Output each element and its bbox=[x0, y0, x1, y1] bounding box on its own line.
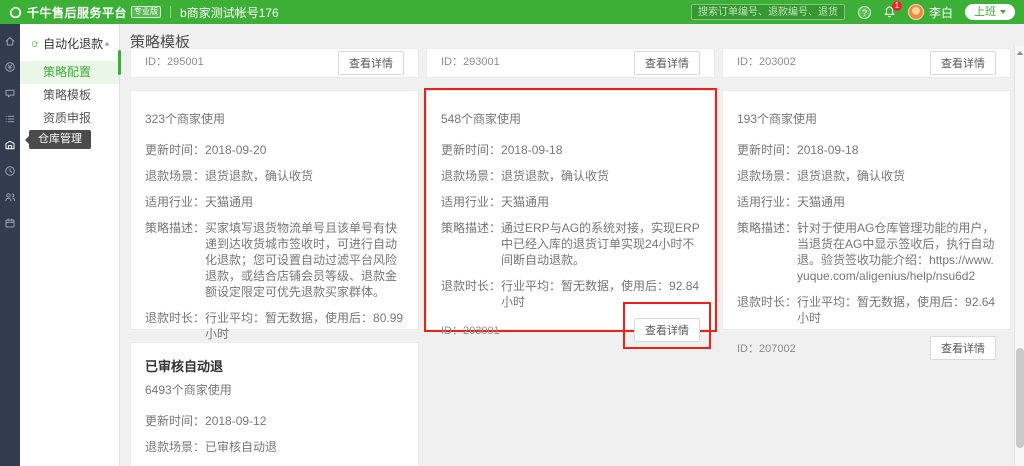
card-industry-row: 适用行业： 天猫通用 bbox=[441, 195, 550, 209]
policy-card-partial: ID：293001 查看详情 bbox=[426, 48, 715, 78]
sidebar-icon-task-list[interactable] bbox=[0, 106, 20, 132]
chevron-up-icon[interactable]: ▲ bbox=[103, 40, 111, 47]
card-usage: 193个商家使用 bbox=[737, 112, 818, 126]
policy-card: 退货退款-验货签收自动退. 193个商家使用 更新时间： 2018-09-18 … bbox=[722, 90, 1011, 360]
avatar[interactable] bbox=[907, 4, 924, 20]
card-desc-row: 策略描述： 通过ERP与AG的系统对接，实现ERP中已经入库的退货订单实现24小… bbox=[441, 221, 700, 267]
sidebar-icon-team[interactable] bbox=[0, 184, 20, 210]
search-input[interactable] bbox=[690, 4, 845, 20]
account-name: b商家测试帐号176 bbox=[180, 5, 279, 20]
menu-item-policy-config[interactable]: 策略配置 bbox=[20, 61, 119, 84]
view-detail-button[interactable]: 查看详情 bbox=[930, 51, 996, 75]
card-id: ID：293001 bbox=[441, 56, 500, 68]
chevron-down-icon bbox=[1000, 10, 1006, 14]
header-divider bbox=[170, 6, 172, 18]
help-icon[interactable]: ? bbox=[857, 5, 871, 19]
work-status-button[interactable]: 上班 bbox=[965, 4, 1015, 20]
card-id: ID：295001 bbox=[145, 56, 204, 68]
auto-refund-icon bbox=[31, 40, 38, 47]
policy-card-partial: ID：203002 查看详情 bbox=[722, 48, 1011, 78]
menu-item-qualification[interactable]: 资质申报 bbox=[20, 107, 119, 130]
card-usage: 6493个商家使用 bbox=[145, 383, 232, 397]
card-usage: 548个商家使用 bbox=[441, 112, 522, 126]
card-scene-row: 退款场景： 退货退款，确认收货 bbox=[737, 169, 906, 183]
sidebar-icon-home[interactable] bbox=[0, 28, 20, 54]
notification-badge: 1 bbox=[891, 1, 902, 11]
card-updated-row: 更新时间： 2018-09-12 bbox=[145, 414, 267, 428]
scrollbar-up-arrow-icon[interactable] bbox=[1016, 51, 1023, 55]
sidebar-scrollbar-thumb[interactable] bbox=[118, 50, 121, 75]
card-duration-row: 退款时长： 行业平均：暂无数据，使用后：92.64小时 bbox=[737, 295, 996, 325]
card-title: 已审核自动退 bbox=[145, 359, 224, 374]
policy-card-bottom: 已审核自动退 6493个商家使用 更新时间： 2018-09-12 退款场景： … bbox=[130, 342, 419, 466]
icon-sidebar bbox=[0, 24, 20, 466]
sidebar-icon-chat[interactable] bbox=[0, 80, 20, 106]
view-detail-button[interactable]: 查看详情 bbox=[634, 51, 700, 75]
card-scene-row: 退款场景： 退货退款，确认收货 bbox=[441, 169, 610, 183]
sidebar-icon-warehouse[interactable] bbox=[0, 132, 20, 158]
card-scene-row: 退款场景： 已审核自动退 bbox=[145, 440, 278, 454]
card-id: ID：207002 bbox=[737, 343, 796, 355]
app-title: 千牛售后服务平台 bbox=[27, 5, 128, 20]
card-duration-row: 退款时长： 行业平均：暂无数据，使用后：80.99小时 bbox=[145, 311, 404, 341]
policy-card: 退货退款-退货物流签收优先退. 323个商家使用 更新时间： 2018-09-2… bbox=[130, 90, 419, 376]
card-id: ID：203001 bbox=[441, 325, 500, 337]
card-industry-row: 适用行业： 天猫通用 bbox=[145, 195, 254, 209]
qianniu-logo-icon bbox=[9, 6, 22, 18]
view-detail-button[interactable]: 查看详情 bbox=[930, 336, 996, 360]
card-desc-row: 策略描述： 买家填写退货物流单号且该单号有快递到达收货城市签收时，可进行自动化退… bbox=[145, 221, 398, 299]
menu-group-auto-refund[interactable]: 自动化退款 ▲ bbox=[20, 24, 119, 61]
sidebar-icon-clock[interactable] bbox=[0, 158, 20, 184]
menu-item-policy-template[interactable]: 策略模板 bbox=[20, 84, 119, 107]
work-status-label: 上班 bbox=[974, 5, 996, 18]
menu-group-label: 自动化退款 bbox=[43, 37, 104, 51]
edition-badge: 专业版 bbox=[131, 6, 162, 18]
policy-card-highlighted: 退货退款-ERP对接入仓自动退 548个商家使用 更新时间： 2018-09-1… bbox=[426, 90, 715, 349]
sidebar-icon-calendar[interactable] bbox=[0, 210, 20, 236]
card-usage: 323个商家使用 bbox=[145, 112, 226, 126]
main-content: 策略模板 ID：295001 查看详情 ID：293001 查看详情 ID：20… bbox=[120, 24, 1024, 466]
policy-card-partial: ID：295001 查看详情 bbox=[130, 48, 419, 78]
card-updated-row: 更新时间： 2018-09-18 bbox=[441, 143, 563, 157]
vertical-scrollbar[interactable] bbox=[1014, 46, 1024, 466]
view-detail-button[interactable]: 查看详情 bbox=[634, 318, 700, 342]
app-header: 千牛售后服务平台 专业版 b商家测试帐号176 ? 1 李白 上班 bbox=[0, 0, 1024, 24]
card-scene-row: 退款场景： 退货退款，确认收货 bbox=[145, 169, 314, 183]
card-id: ID：203002 bbox=[737, 56, 796, 68]
card-industry-row: 适用行业： 天猫通用 bbox=[737, 195, 846, 209]
menu-sidebar: 自动化退款 ▲ 策略配置 策略模板 资质申报 bbox=[20, 24, 121, 466]
notification-bell-icon[interactable]: 1 bbox=[883, 1, 902, 19]
user-name: 李白 bbox=[928, 5, 953, 20]
scrollbar-thumb[interactable] bbox=[1016, 348, 1024, 448]
card-grid: ID：295001 查看详情 ID：293001 查看详情 ID：203002 … bbox=[130, 48, 1011, 466]
annotation-red-box: 查看详情 bbox=[623, 302, 711, 349]
view-detail-button[interactable]: 查看详情 bbox=[338, 51, 404, 75]
card-desc-row: 策略描述： 针对于使用AG仓库管理功能的用户，当退货在AG中显示签收后，执行自动… bbox=[737, 221, 995, 283]
card-updated-row: 更新时间： 2018-09-18 bbox=[737, 143, 859, 157]
sidebar-icon-refund-money[interactable] bbox=[0, 54, 20, 80]
warehouse-tooltip: 仓库管理 bbox=[25, 130, 91, 149]
card-updated-row: 更新时间： 2018-09-20 bbox=[145, 143, 267, 157]
